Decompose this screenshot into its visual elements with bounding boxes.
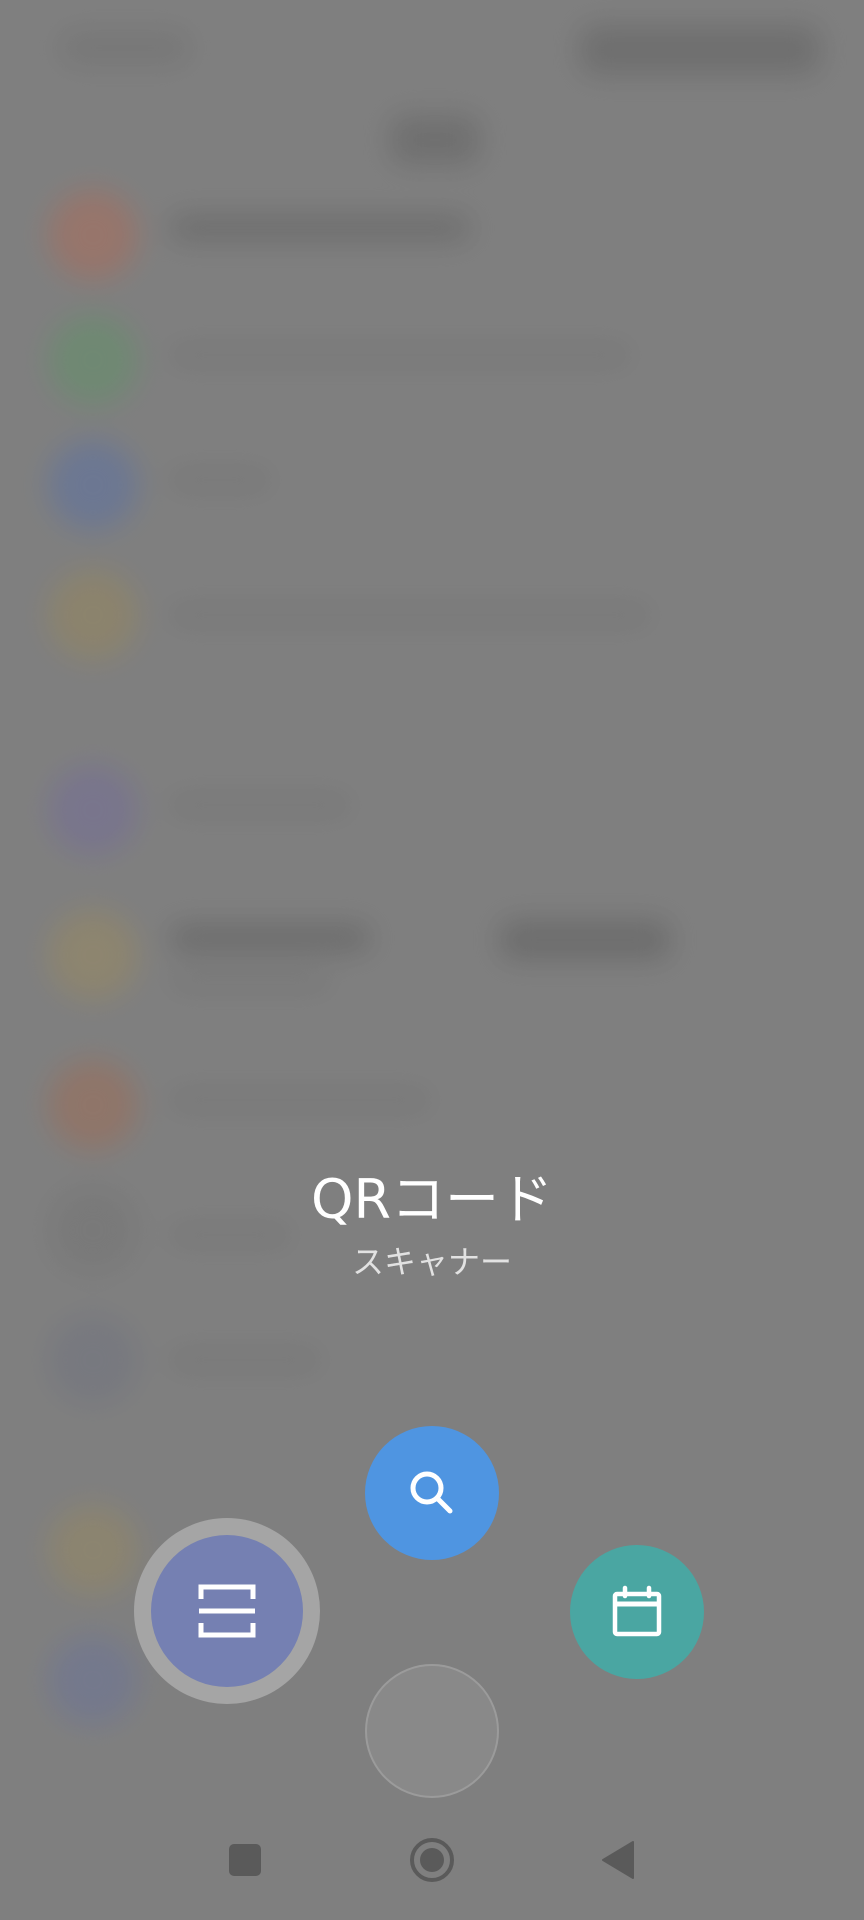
triangle-back-icon (602, 1841, 634, 1879)
dim-scrim[interactable] (0, 0, 864, 1920)
screen: QRコード スキャナー (0, 0, 864, 1920)
search-button[interactable] (365, 1426, 499, 1560)
qr-scanner-button-inner[interactable] (151, 1535, 303, 1687)
back-button[interactable] (589, 1830, 649, 1890)
qr-scan-icon (198, 1584, 256, 1638)
fab-label-title: QRコード (310, 1168, 554, 1231)
square-icon (229, 1844, 261, 1876)
circle-home-icon (410, 1838, 454, 1882)
calendar-button[interactable] (570, 1545, 704, 1679)
recents-button[interactable] (215, 1830, 275, 1890)
qr-scanner-button[interactable] (134, 1518, 320, 1704)
calendar-icon (612, 1585, 662, 1637)
home-button[interactable] (402, 1830, 462, 1890)
navigation-bar (0, 1800, 864, 1920)
main-fab-button[interactable] (365, 1664, 499, 1798)
search-icon (410, 1471, 453, 1514)
fab-label-subtitle: スキャナー (351, 1243, 512, 1281)
